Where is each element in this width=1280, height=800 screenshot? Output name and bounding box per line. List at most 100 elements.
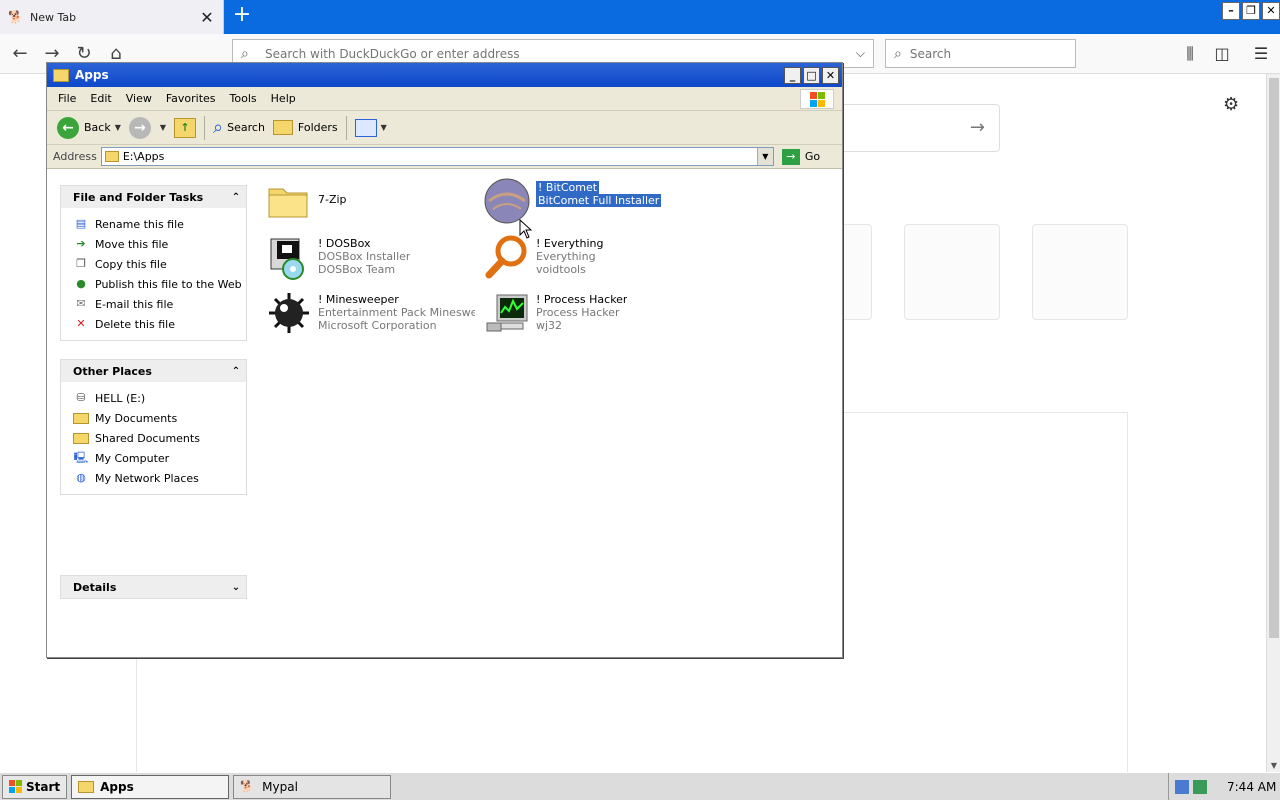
browser-scrollbar[interactable]: ▲ ▼ (1266, 74, 1280, 772)
task-copy-file[interactable]: ❐ Copy this file (73, 254, 246, 274)
address-field[interactable]: E:\Apps ▼ (100, 147, 774, 166)
menu-favorites[interactable]: Favorites (159, 92, 223, 105)
address-label: Address (53, 150, 97, 163)
scrollbar-thumb[interactable] (1269, 78, 1279, 638)
task-move-file[interactable]: ➔ Move this file (73, 234, 246, 254)
browser-tab-new-tab[interactable]: 🐕 New Tab ✕ (0, 0, 224, 34)
top-site-tile[interactable] (1032, 224, 1128, 320)
chevron-down-icon[interactable]: ⌵ (856, 46, 865, 61)
other-places-box: Other Places ⌃ ⛁ HELL (E:) My Documents S… (60, 359, 247, 495)
folders-button[interactable]: Folders (269, 114, 342, 142)
file-item-everything[interactable]: ! Everything Everything voidtools (483, 233, 693, 285)
other-places-header[interactable]: Other Places ⌃ (61, 360, 246, 382)
sidebar-icon[interactable]: ◫ (1212, 44, 1232, 63)
close-window-icon[interactable]: ✕ (1262, 2, 1280, 20)
task-delete-file[interactable]: ✕ Delete this file (73, 314, 246, 334)
place-hell-drive[interactable]: ⛁ HELL (E:) (73, 388, 246, 408)
gear-icon[interactable]: ⚙ (1223, 94, 1239, 115)
search-button[interactable]: ⌕ Search (209, 114, 269, 142)
copy-icon: ❐ (76, 257, 86, 270)
taskbar-item-label: Apps (100, 779, 134, 794)
file-company: DOSBox Team (318, 263, 396, 276)
file-item-process-hacker[interactable]: ! Process Hacker Process Hacker wj32 (483, 289, 693, 341)
file-item-dosbox[interactable]: ! DOSBox DOSBox Installer DOSBox Team (265, 233, 475, 285)
place-my-computer[interactable]: 🖳 My Computer (73, 448, 246, 468)
menu-tools[interactable]: Tools (223, 92, 264, 105)
file-folder-tasks-box: File and Folder Tasks ⌃ ▤ Rename this fil… (60, 185, 247, 341)
forward-button[interactable]: → ▼ (125, 114, 170, 142)
security-tray-icon[interactable] (1193, 779, 1207, 794)
go-button[interactable]: → Go (781, 148, 820, 165)
details-header[interactable]: Details ⌄ (61, 576, 246, 598)
scroll-down-icon[interactable]: ▼ (1267, 761, 1280, 770)
address-value[interactable]: E:\Apps (123, 150, 757, 163)
library-icon[interactable]: ⫼ (1180, 44, 1200, 64)
back-arrow-icon[interactable]: ← (8, 42, 32, 66)
task-publish-web[interactable]: ● Publish this file to the Web (73, 274, 246, 294)
arrow-right-icon[interactable]: → (970, 117, 985, 138)
chevron-down-icon[interactable]: ▼ (115, 123, 121, 132)
email-icon: ✉ (76, 297, 86, 310)
clock[interactable]: 7:44 AM (1227, 780, 1276, 794)
views-button[interactable]: ▼ (351, 114, 391, 142)
shared-folder-icon (73, 432, 89, 444)
taskbar-item-label: Mypal (262, 779, 298, 794)
file-item-bitcomet[interactable]: ! BitComet BitComet Full Installer (483, 177, 693, 229)
close-icon[interactable]: ✕ (822, 66, 839, 84)
documents-folder-icon (73, 412, 89, 424)
chevron-down-icon[interactable]: ▼ (756, 148, 773, 165)
details-box: Details ⌄ (60, 575, 247, 599)
folders-label: Folders (297, 121, 338, 134)
minimize-icon[interactable]: – (1222, 2, 1240, 20)
start-button[interactable]: Start (2, 774, 68, 799)
menu-file[interactable]: File (51, 92, 83, 105)
hamburger-menu-icon[interactable]: ☰ (1251, 44, 1271, 63)
menu-view[interactable]: View (119, 92, 159, 105)
file-name: ! Minesweeper (318, 293, 399, 306)
address-bar: Address E:\Apps ▼ → Go (47, 145, 842, 169)
menu-help[interactable]: Help (264, 92, 303, 105)
browser-search-bar[interactable]: ⌕ (885, 39, 1076, 68)
restore-icon[interactable]: ❐ (1242, 2, 1260, 20)
url-input[interactable] (265, 46, 856, 61)
new-tab-search-box[interactable]: → (840, 104, 1000, 152)
back-label: Back (84, 121, 111, 134)
collapse-chevron-icon[interactable]: ⌃ (226, 192, 246, 203)
back-button[interactable]: ← Back ▼ (53, 114, 125, 142)
task-rename-file[interactable]: ▤ Rename this file (73, 214, 246, 234)
file-name: ! Everything (536, 237, 604, 250)
browser-search-input[interactable] (909, 46, 1067, 61)
place-my-network[interactable]: ◍ My Network Places (73, 468, 246, 488)
place-my-documents[interactable]: My Documents (73, 408, 246, 428)
mypal-favicon-icon: 🐕 (8, 10, 23, 24)
expand-chevron-icon[interactable]: ⌄ (226, 582, 246, 593)
menu-edit[interactable]: Edit (83, 92, 118, 105)
file-item-minesweeper[interactable]: ! Minesweeper Entertainment Pack Mineswe… (265, 289, 475, 341)
file-name: 7-Zip (318, 193, 347, 206)
top-site-tile[interactable] (904, 224, 1000, 320)
delete-icon: ✕ (76, 317, 86, 330)
file-folder-tasks-header[interactable]: File and Folder Tasks ⌃ (61, 186, 246, 208)
task-email-file[interactable]: ✉ E-mail this file (73, 294, 246, 314)
views-icon (354, 118, 377, 137)
up-folder-button[interactable]: ↑ (170, 114, 200, 142)
collapse-chevron-icon[interactable]: ⌃ (226, 366, 246, 377)
minimize-icon[interactable]: _ (784, 66, 801, 84)
file-name: ! Process Hacker (536, 293, 628, 306)
network-tray-icon[interactable] (1175, 779, 1189, 794)
mouse-cursor-icon (519, 219, 533, 239)
menu-bar: File Edit View Favorites Tools Help (47, 87, 842, 111)
window-titlebar[interactable]: Apps _ □ ✕ (47, 63, 842, 87)
maximize-icon[interactable]: □ (803, 66, 820, 84)
folder-icon (104, 151, 119, 162)
taskbar-item-mypal[interactable]: 🐕 Mypal (233, 774, 392, 799)
file-item-7zip[interactable]: 7-Zip (265, 177, 475, 229)
chevron-down-icon[interactable]: ▼ (381, 123, 387, 132)
new-tab-plus-icon[interactable]: + (230, 4, 254, 28)
search-icon: ⌕ (894, 45, 902, 62)
place-shared-documents[interactable]: Shared Documents (73, 428, 246, 448)
taskbar-item-apps[interactable]: Apps (71, 774, 230, 799)
chevron-down-icon[interactable]: ▼ (160, 123, 166, 132)
close-tab-icon[interactable]: ✕ (199, 8, 215, 27)
file-company: voidtools (536, 263, 586, 276)
